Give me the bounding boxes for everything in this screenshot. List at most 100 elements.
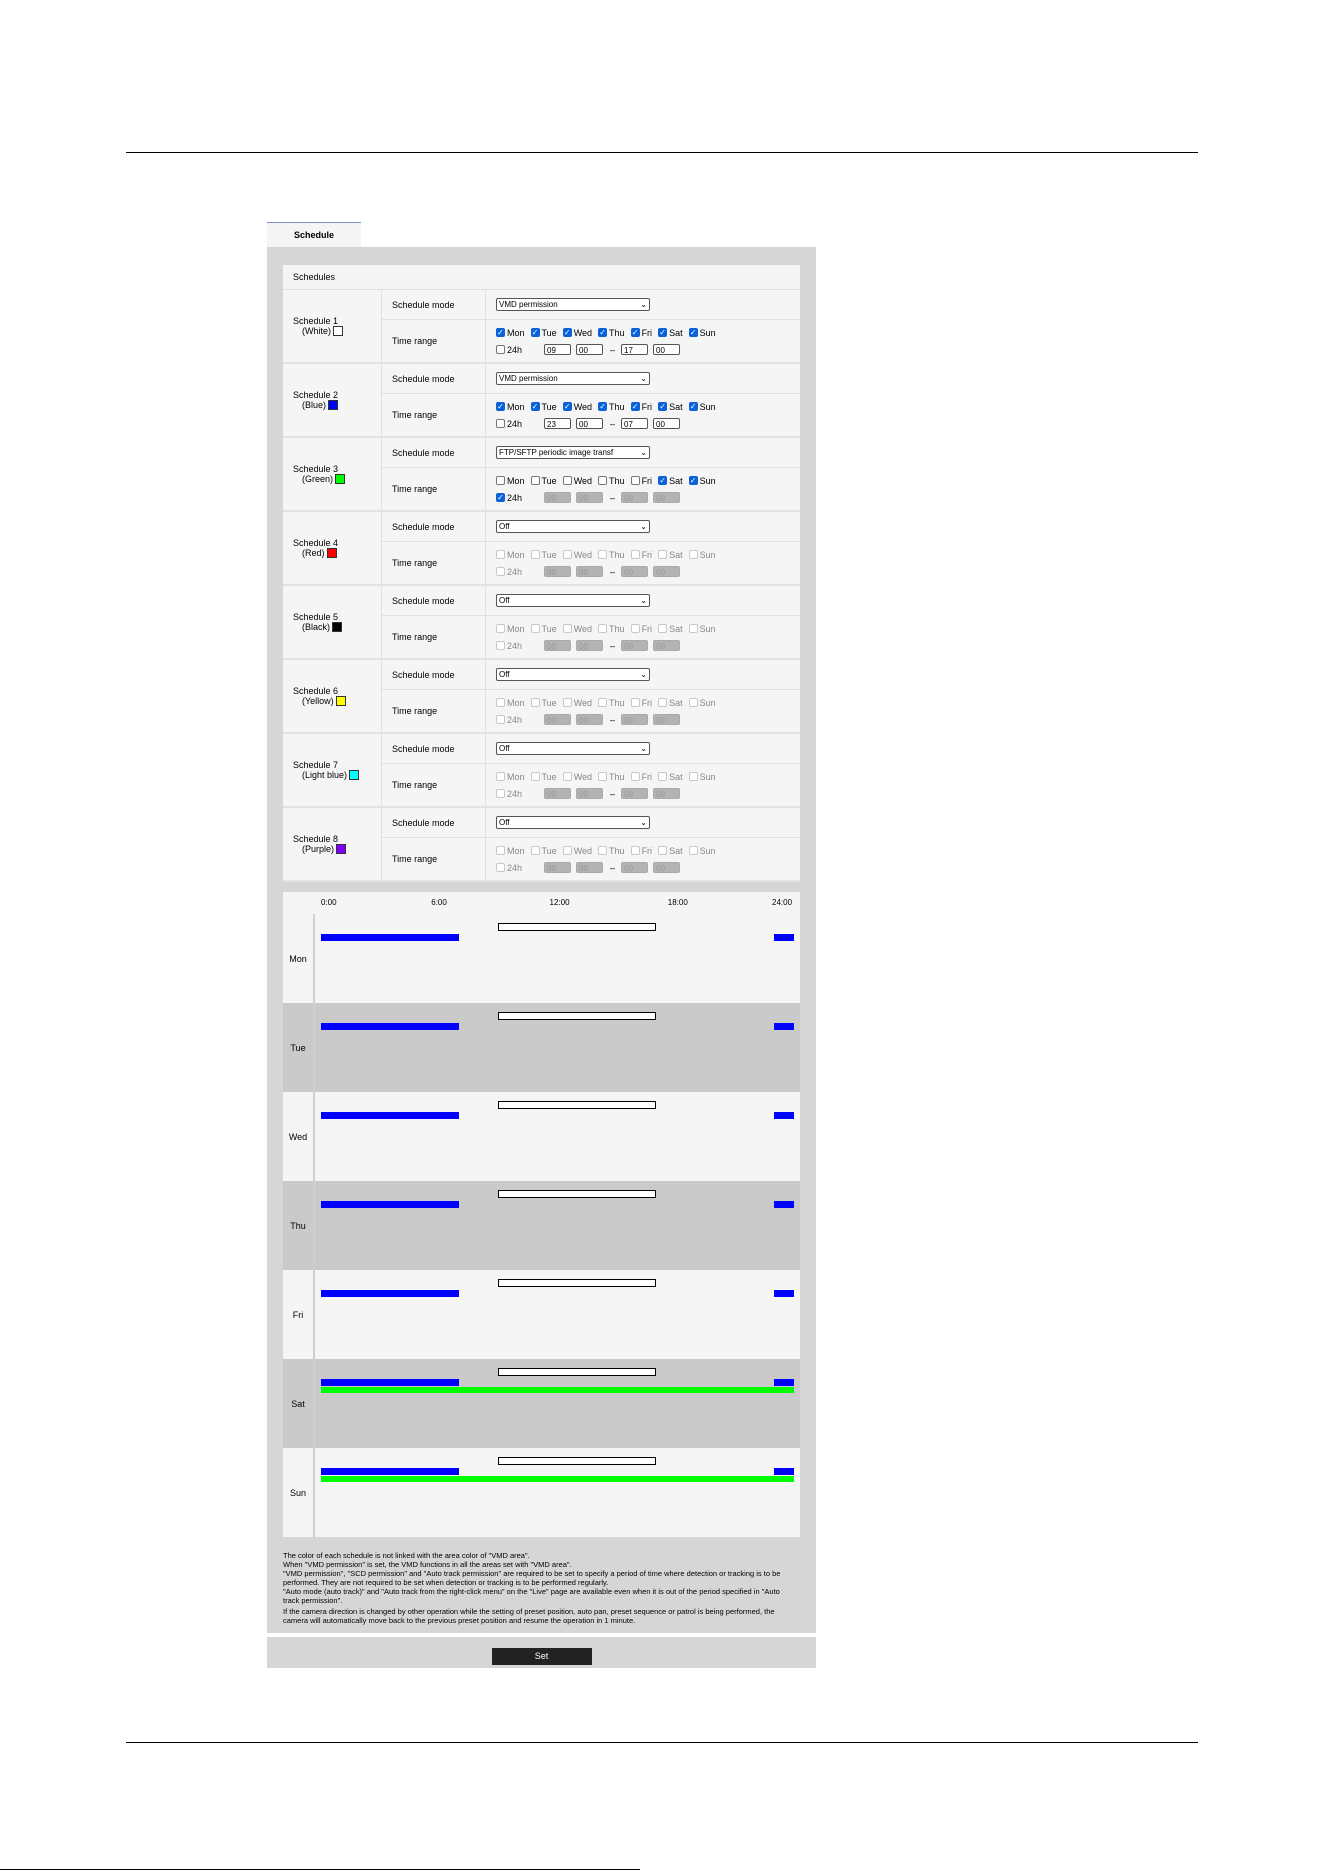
end-hour-select[interactable]: 00 — [621, 492, 649, 503]
checkbox[interactable]: ✓ — [598, 328, 608, 337]
checkbox[interactable]: ✓ — [562, 402, 572, 411]
start-minute-select[interactable]: 00 — [576, 862, 603, 873]
checkbox[interactable] — [598, 550, 608, 559]
start-minute-select[interactable]: 00 — [576, 344, 603, 355]
checkbox[interactable] — [562, 624, 572, 633]
day-checkbox-sat[interactable]: Sat — [658, 772, 683, 782]
start-minute-select[interactable]: 00 — [576, 714, 603, 725]
day-checkbox-sat[interactable]: ✓ Sat — [658, 328, 683, 338]
checkbox[interactable] — [496, 772, 505, 781]
checkbox[interactable]: ✓ — [688, 402, 698, 411]
day-checkbox-wed[interactable]: Wed — [562, 624, 592, 634]
day-checkbox-wed[interactable]: Wed — [562, 846, 592, 856]
start-hour-select[interactable]: 00 — [544, 566, 571, 577]
day-checkbox-tue[interactable]: Tue — [530, 550, 557, 560]
day-checkbox-mon[interactable]: Mon — [496, 624, 525, 634]
end-hour-select[interactable]: 00 — [621, 714, 649, 725]
day-checkbox-tue[interactable]: Tue — [530, 624, 557, 634]
start-hour-select[interactable]: 00 — [544, 640, 571, 651]
checkbox[interactable] — [630, 772, 640, 781]
day-checkbox-fri[interactable]: Fri — [630, 846, 652, 856]
day-checkbox-sun[interactable]: ✓ Sun — [688, 402, 716, 412]
day-checkbox-tue[interactable]: Tue — [530, 698, 557, 708]
checkbox[interactable] — [530, 772, 540, 781]
checkbox[interactable] — [496, 476, 505, 485]
checkbox[interactable] — [630, 624, 640, 633]
checkbox[interactable] — [496, 624, 505, 633]
start-hour-select[interactable]: 00 — [544, 714, 571, 725]
start-hour-select[interactable]: 00 — [544, 788, 571, 799]
end-minute-select[interactable]: 00 — [653, 418, 681, 429]
end-minute-select[interactable]: 00 — [653, 344, 681, 355]
day-checkbox-sat[interactable]: ✓ Sat — [658, 402, 683, 412]
schedule-mode-select[interactable]: FTP/SFTP periodic image transf ⌄ — [496, 446, 650, 459]
checkbox[interactable]: ✓ — [496, 402, 505, 411]
checkbox[interactable] — [496, 345, 505, 354]
checkbox[interactable]: ✓ — [658, 476, 668, 485]
start-hour-select[interactable]: 00 — [544, 862, 571, 873]
start-hour-select[interactable]: 00 — [544, 492, 571, 503]
checkbox[interactable] — [658, 624, 668, 633]
checkbox-24h[interactable]: 24h — [496, 419, 544, 429]
day-checkbox-tue[interactable]: ✓ Tue — [530, 328, 557, 338]
day-checkbox-mon[interactable]: ✓ Mon — [496, 402, 525, 412]
checkbox[interactable] — [688, 846, 698, 855]
checkbox[interactable] — [630, 476, 640, 485]
day-checkbox-fri[interactable]: Fri — [630, 698, 652, 708]
day-checkbox-sat[interactable]: Sat — [658, 846, 683, 856]
checkbox[interactable] — [630, 550, 640, 559]
checkbox[interactable]: ✓ — [530, 402, 540, 411]
checkbox[interactable]: ✓ — [496, 328, 505, 337]
day-checkbox-mon[interactable]: Mon — [496, 772, 525, 782]
day-checkbox-sun[interactable]: Sun — [688, 550, 716, 560]
schedule-mode-select[interactable]: Off ⌄ — [496, 742, 650, 755]
checkbox[interactable]: ✓ — [658, 328, 668, 337]
checkbox[interactable] — [530, 624, 540, 633]
day-checkbox-sat[interactable]: Sat — [658, 698, 683, 708]
day-checkbox-sat[interactable]: Sat — [658, 624, 683, 634]
checkbox[interactable] — [496, 419, 505, 428]
checkbox[interactable]: ✓ — [496, 493, 505, 502]
day-checkbox-sun[interactable]: Sun — [688, 698, 716, 708]
day-checkbox-sun[interactable]: Sun — [688, 624, 716, 634]
checkbox[interactable] — [530, 846, 540, 855]
checkbox-24h[interactable]: 24h — [496, 641, 544, 651]
day-checkbox-fri[interactable]: ✓ Fri — [630, 402, 652, 412]
checkbox[interactable] — [530, 550, 540, 559]
day-checkbox-tue[interactable]: Tue — [530, 476, 557, 486]
day-checkbox-tue[interactable]: ✓ Tue — [530, 402, 557, 412]
day-checkbox-mon[interactable]: Mon — [496, 550, 525, 560]
schedule-mode-select[interactable]: VMD permission ⌄ — [496, 298, 650, 311]
end-hour-select[interactable]: 17 — [621, 344, 649, 355]
day-checkbox-tue[interactable]: Tue — [530, 772, 557, 782]
day-checkbox-fri[interactable]: Fri — [630, 476, 652, 486]
day-checkbox-mon[interactable]: Mon — [496, 476, 525, 486]
day-checkbox-thu[interactable]: Thu — [598, 550, 625, 560]
day-checkbox-wed[interactable]: Wed — [562, 772, 592, 782]
checkbox[interactable] — [688, 550, 698, 559]
checkbox[interactable] — [496, 863, 505, 872]
day-checkbox-mon[interactable]: Mon — [496, 698, 525, 708]
checkbox[interactable]: ✓ — [630, 328, 640, 337]
checkbox[interactable] — [562, 476, 572, 485]
start-minute-select[interactable]: 00 — [576, 418, 603, 429]
checkbox[interactable]: ✓ — [630, 402, 640, 411]
checkbox[interactable] — [688, 772, 698, 781]
checkbox[interactable] — [630, 846, 640, 855]
checkbox[interactable] — [598, 476, 608, 485]
day-checkbox-wed[interactable]: ✓ Wed — [562, 402, 592, 412]
checkbox[interactable] — [630, 698, 640, 707]
day-checkbox-wed[interactable]: ✓ Wed — [562, 328, 592, 338]
day-checkbox-wed[interactable]: Wed — [562, 476, 592, 486]
end-minute-select[interactable]: 00 — [653, 640, 681, 651]
checkbox[interactable] — [658, 772, 668, 781]
day-checkbox-sun[interactable]: Sun — [688, 846, 716, 856]
checkbox[interactable] — [530, 698, 540, 707]
day-checkbox-mon[interactable]: ✓ Mon — [496, 328, 525, 338]
day-checkbox-wed[interactable]: Wed — [562, 550, 592, 560]
day-checkbox-thu[interactable]: Thu — [598, 772, 625, 782]
checkbox[interactable] — [688, 624, 698, 633]
day-checkbox-thu[interactable]: Thu — [598, 698, 625, 708]
end-minute-select[interactable]: 00 — [653, 862, 681, 873]
schedule-mode-select[interactable]: Off ⌄ — [496, 816, 650, 829]
